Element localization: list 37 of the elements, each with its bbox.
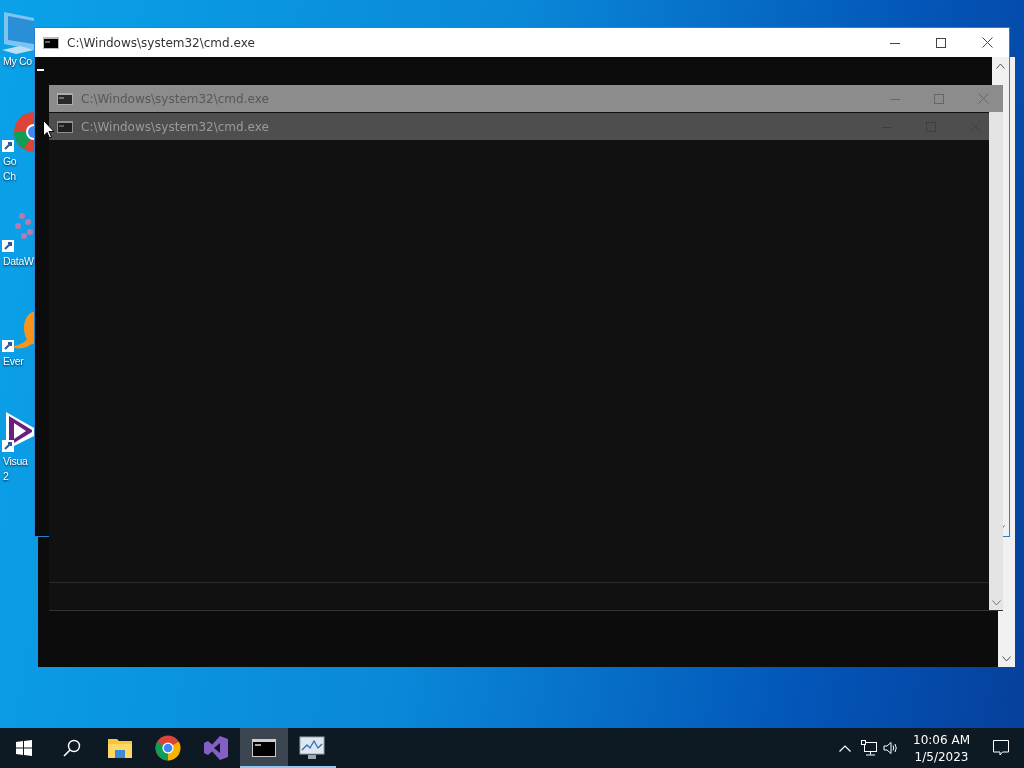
network-icon[interactable] — [861, 740, 878, 756]
clock-time: 10:06 AM — [913, 732, 970, 747]
message-icon — [993, 740, 1009, 756]
terminal-button[interactable] — [240, 728, 288, 768]
chevron-up-icon[interactable] — [839, 744, 852, 752]
terminal-icon — [252, 739, 276, 757]
scatter-icon[interactable] — [0, 210, 34, 254]
icon-label: Go — [2, 154, 18, 169]
terminal-icon — [57, 120, 73, 133]
icon-label: DataW — [2, 254, 34, 269]
clock-date: 1/5/2023 — [914, 749, 969, 764]
close-icon[interactable] — [982, 37, 993, 48]
scroll-down-icon[interactable] — [991, 600, 1001, 606]
terminal-icon — [57, 92, 73, 105]
chrome-icon — [155, 735, 181, 761]
performance-monitor-icon — [299, 736, 325, 760]
window-title: C:\Windows\system32\cmd.exe — [67, 35, 256, 50]
visual-studio-icon — [204, 736, 228, 760]
maximize-icon[interactable] — [936, 37, 946, 48]
icon-label: Ever — [2, 354, 25, 369]
folder-icon — [108, 738, 132, 758]
search-icon — [63, 739, 81, 757]
visual-studio-icon[interactable] — [0, 410, 34, 454]
scroll-down-icon[interactable] — [1002, 656, 1011, 662]
icon-label: My Co — [2, 54, 33, 69]
scrollbar[interactable] — [989, 112, 1003, 610]
text-cursor — [37, 69, 44, 71]
icon-label: Ch — [2, 169, 17, 184]
icon-label: Visua — [2, 454, 29, 469]
windows-logo-icon — [16, 740, 32, 756]
volume-icon[interactable] — [883, 741, 900, 755]
clock[interactable]: 10:06 AM 1/5/2023 — [905, 732, 978, 764]
mouse-pointer-icon — [43, 120, 55, 139]
icon-label: 2 — [2, 469, 10, 484]
window-title: C:\Windows\system32\cmd.exe — [81, 119, 270, 134]
scroll-up-icon[interactable] — [996, 63, 1005, 69]
terminal-icon — [43, 36, 59, 49]
